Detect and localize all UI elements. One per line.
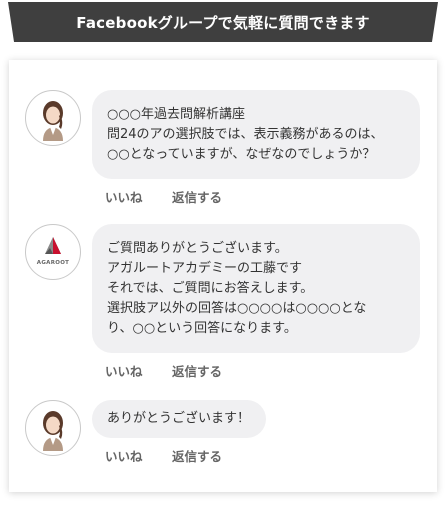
comment-text-line: ○○となっていますが、なぜなのでしょうか？ [107,147,376,162]
banner-title: Facebookグループで気軽に質問できます [76,13,370,32]
comment-text-line: ○○○年過去問解析講座 [107,107,246,122]
banner: Facebookグループで気軽に質問できます [8,2,438,42]
comment-text-line: それでは、ご質問にお答えします。 [107,281,314,296]
user-avatar[interactable] [25,400,81,456]
woman-avatar-icon [43,101,63,141]
comment-text-line: り、○○という回答になります。 [107,321,297,336]
comment-text-line: アガルートアカデミーの工藤です [107,261,303,276]
agaroot-logo-icon [45,237,61,254]
comment-bubble: ご質問ありがとうございます。 アガルートアカデミーの工藤です それでは、ご質問に… [92,224,420,353]
comment-text-line: 選択肢ア以外の回答は○○○○は○○○○とな [107,301,367,316]
agaroot-avatar[interactable]: AGAROOT [25,224,81,280]
reply-button[interactable]: 返信する [172,187,222,206]
woman-avatar-icon [43,411,63,451]
comment-thread: ○○○年過去問解析講座 問24のアの選択肢では、表示義務があるのは、 ○○となっ… [9,60,437,492]
reply-button[interactable]: 返信する [172,361,222,380]
comment-text-line: 問24のアの選択肢では、表示義務があるのは、 [107,127,384,142]
agaroot-logo-text: AGAROOT [36,260,70,266]
like-button[interactable]: いいね [105,446,143,465]
comment-text-line: ご質問ありがとうございます。 [107,241,288,256]
reply-button[interactable]: 返信する [172,446,222,465]
like-button[interactable]: いいね [105,187,143,206]
comment-text-line: ありがとうございます！ [107,411,251,426]
comment-bubble: ○○○年過去問解析講座 問24のアの選択肢では、表示義務があるのは、 ○○となっ… [92,90,420,179]
like-button[interactable]: いいね [105,361,143,380]
comment-bubble: ありがとうございます！ [92,400,266,438]
user-avatar[interactable] [25,90,81,146]
